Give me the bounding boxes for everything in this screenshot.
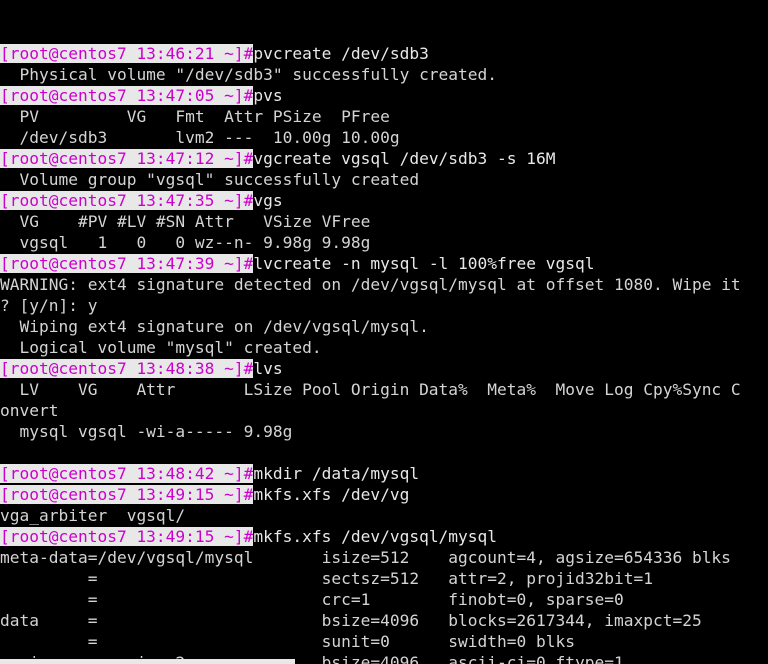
terminal-prompt-line: [root@centos7 13:47:39 ~]#lvcreate -n my… xyxy=(0,253,768,274)
output-text: onvert xyxy=(0,401,59,420)
terminal-output-line: = sectsz=512 attr=2, projid32bit=1 xyxy=(0,568,768,589)
output-text: vgsql 1 0 0 wz--n- 9.98g 9.98g xyxy=(0,233,371,252)
output-text: VG #PV #LV #SN Attr VSize VFree xyxy=(0,212,371,231)
output-text: = sectsz=512 attr=2, projid32bit=1 xyxy=(0,569,653,588)
terminal-output-area: [root@centos7 13:46:21 ~]#pvcreate /dev/… xyxy=(0,43,768,664)
terminal-output-line: Physical volume "/dev/sdb3" successfully… xyxy=(0,64,768,85)
terminal-prompt-line: [root@centos7 13:49:15 ~]#mkfs.xfs /dev/… xyxy=(0,526,768,547)
shell-command: mkfs.xfs /dev/vgsql/mysql xyxy=(253,527,498,546)
terminal-prompt-line: [root@centos7 13:48:42 ~]#mkdir /data/my… xyxy=(0,463,768,484)
shell-command: mkfs.xfs /dev/vg xyxy=(253,485,410,504)
terminal-prompt-line: [root@centos7 13:49:15 ~]#mkfs.xfs /dev/… xyxy=(0,484,768,505)
terminal-prompt-line: [root@centos7 13:48:38 ~]#lvs xyxy=(0,358,768,379)
next-prompt-partial-bar xyxy=(0,659,295,664)
shell-prompt: [root@centos7 13:46:21 ~]# xyxy=(0,44,254,63)
terminal-output-line: vga_arbiter vgsql/ xyxy=(0,505,768,526)
output-text: = sunit=0 swidth=0 blks xyxy=(0,632,575,651)
output-text: vga_arbiter vgsql/ xyxy=(0,506,186,525)
output-text: data = bsize=4096 blocks=2617344, imaxpc… xyxy=(0,611,702,630)
output-text: Logical volume "mysql" created. xyxy=(0,338,322,357)
terminal-output-line: vgsql 1 0 0 wz--n- 9.98g 9.98g xyxy=(0,232,768,253)
terminal-output-line: = sunit=0 swidth=0 blks xyxy=(0,631,768,652)
shell-prompt: [root@centos7 13:47:39 ~]# xyxy=(0,254,254,273)
output-text: PV VG Fmt Attr PSize PFree xyxy=(0,107,390,126)
output-text: Volume group "vgsql" successfully create… xyxy=(0,170,420,189)
shell-command: pvcreate /dev/sdb3 xyxy=(253,44,429,63)
terminal-prompt-line: [root@centos7 13:46:21 ~]#pvcreate /dev/… xyxy=(0,43,768,64)
output-text: /dev/sdb3 lvm2 --- 10.00g 10.00g xyxy=(0,128,400,147)
shell-prompt: [root@centos7 13:48:38 ~]# xyxy=(0,359,254,378)
shell-prompt: [root@centos7 13:49:15 ~]# xyxy=(0,527,254,546)
output-text: = crc=1 finobt=0, sparse=0 xyxy=(0,590,624,609)
terminal-prompt-line: [root@centos7 13:47:12 ~]#vgcreate vgsql… xyxy=(0,148,768,169)
terminal-output-line: PV VG Fmt Attr PSize PFree xyxy=(0,106,768,127)
shell-command: lvs xyxy=(253,359,283,378)
terminal-output-line: onvert xyxy=(0,400,768,421)
terminal-output-line: = crc=1 finobt=0, sparse=0 xyxy=(0,589,768,610)
terminal-output-line: Volume group "vgsql" successfully create… xyxy=(0,169,768,190)
terminal-output-line: data = bsize=4096 blocks=2617344, imaxpc… xyxy=(0,610,768,631)
terminal-prompt-line: [root@centos7 13:47:35 ~]#vgs xyxy=(0,190,768,211)
terminal-output-line: Wiping ext4 signature on /dev/vgsql/mysq… xyxy=(0,316,768,337)
shell-command: pvs xyxy=(253,86,283,105)
terminal-output-line: ? [y/n]: y xyxy=(0,295,768,316)
terminal-prompt-line: [root@centos7 13:47:05 ~]#pvs xyxy=(0,85,768,106)
terminal-output-line: meta-data=/dev/vgsql/mysql isize=512 agc… xyxy=(0,547,768,568)
terminal-output-line: /dev/sdb3 lvm2 --- 10.00g 10.00g xyxy=(0,127,768,148)
terminal-output-line: mysql vgsql -wi-a----- 9.98g xyxy=(0,421,768,442)
shell-prompt: [root@centos7 13:47:05 ~]# xyxy=(0,86,254,105)
output-text: meta-data=/dev/vgsql/mysql isize=512 agc… xyxy=(0,548,731,567)
terminal-output-line: LV VG Attr LSize Pool Origin Data% Meta%… xyxy=(0,379,768,400)
terminal-output-line: Logical volume "mysql" created. xyxy=(0,337,768,358)
shell-command: vgcreate vgsql /dev/sdb3 -s 16M xyxy=(253,149,556,168)
shell-prompt: [root@centos7 13:49:15 ~]# xyxy=(0,485,254,504)
shell-prompt: [root@centos7 13:48:42 ~]# xyxy=(0,464,254,483)
output-text: LV VG Attr LSize Pool Origin Data% Meta%… xyxy=(0,380,741,399)
shell-command: vgs xyxy=(253,191,283,210)
shell-prompt: [root@centos7 13:47:35 ~]# xyxy=(0,191,254,210)
output-text: Physical volume "/dev/sdb3" successfully… xyxy=(0,65,498,84)
shell-prompt: [root@centos7 13:47:12 ~]# xyxy=(0,149,254,168)
terminal-output-line: WARNING: ext4 signature detected on /dev… xyxy=(0,274,768,295)
shell-command: mkdir /data/mysql xyxy=(253,464,420,483)
terminal-screen[interactable]: [root@centos7 13:46:21 ~]#pvcreate /dev/… xyxy=(0,0,768,664)
terminal-output-line: VG #PV #LV #SN Attr VSize VFree xyxy=(0,211,768,232)
output-text: Wiping ext4 signature on /dev/vgsql/mysq… xyxy=(0,317,429,336)
output-text: ? [y/n]: y xyxy=(0,296,98,315)
output-text: mysql vgsql -wi-a----- 9.98g xyxy=(0,422,293,441)
shell-command: lvcreate -n mysql -l 100%free vgsql xyxy=(253,254,595,273)
output-text: WARNING: ext4 signature detected on /dev… xyxy=(0,275,741,294)
